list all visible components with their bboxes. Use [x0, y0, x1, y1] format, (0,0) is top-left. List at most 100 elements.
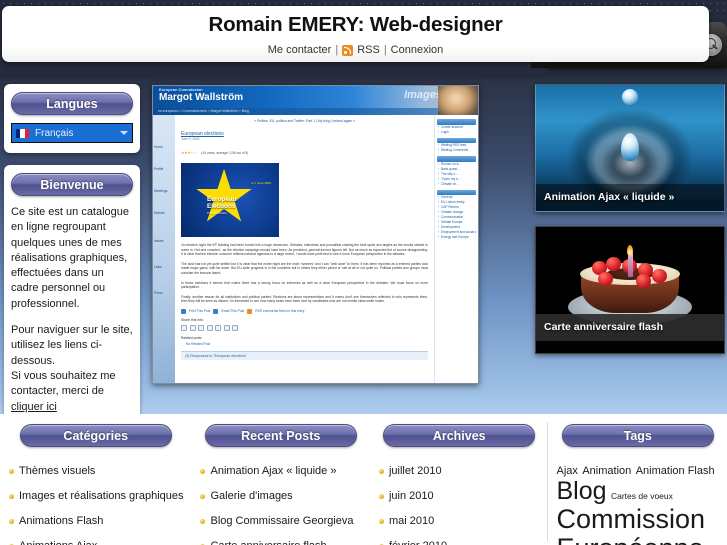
poster-line2: Elections — [207, 203, 236, 210]
nav-contact-link[interactable]: Me contacter — [268, 44, 332, 56]
contact-link[interactable]: cliquer ici — [11, 401, 57, 413]
list-item[interactable]: Animations Ajax — [8, 534, 183, 545]
strawberry-icon — [636, 274, 651, 288]
nav-rss-link[interactable]: RSS — [357, 44, 380, 56]
rnav-item: Climate ch... — [437, 182, 476, 187]
archive-link[interactable]: juin 2010 — [389, 490, 434, 502]
tag-link[interactable]: Animation Flash — [636, 465, 715, 477]
list-item[interactable]: Images et réalisations graphiques — [8, 484, 183, 509]
list-item[interactable]: juin 2010 — [378, 484, 541, 509]
share-icon-2 — [189, 324, 196, 331]
category-link[interactable]: Animations Ajax — [19, 540, 97, 545]
category-link[interactable]: Animations Flash — [19, 515, 103, 527]
footer-archives-list: juillet 2010 juin 2010 mai 2010 février … — [378, 459, 541, 545]
rnav-item: Weblog Comments — [437, 148, 476, 153]
language-select[interactable]: Français — [11, 123, 133, 143]
list-item[interactable]: Animation Ajax « liquide » — [199, 459, 362, 484]
recent-post-link[interactable]: Carte anniversaire flash — [210, 540, 326, 545]
screenshot-share-label: Share this info: — [181, 317, 204, 322]
share-icon-3 — [198, 324, 204, 331]
portrait-photo — [438, 86, 478, 118]
sidebar-left: Langues Français Bienvenue Ce site est u… — [4, 84, 140, 437]
print-icon — [181, 308, 186, 314]
footer: Catégories Thèmes visuels Images et réal… — [0, 414, 727, 545]
recent-post-link[interactable]: Animation Ajax « liquide » — [210, 465, 336, 477]
recent-post-link[interactable]: Galerie d'images — [210, 490, 292, 502]
footer-col-recent-posts: Recent Posts Animation Ajax « liquide » … — [191, 414, 370, 545]
rnav-item: Energy and Europe — [437, 235, 476, 240]
widget-languages-title: Langues — [11, 92, 133, 115]
strawberry-icon — [598, 272, 613, 286]
share-icon-5 — [215, 324, 221, 331]
screenshot-rnav-block: Weblog RSS feed Weblog Comments — [437, 137, 476, 153]
flame-icon — [627, 245, 633, 256]
list-item[interactable]: Blog Commissaire Georgieva — [199, 509, 362, 534]
poster-label: European Elections it's your choice — [207, 196, 236, 217]
screenshot-rating-row: ★★★☆☆ (44 votes, average: 3.56 out of 5) — [181, 141, 428, 159]
widget-welcome: Bienvenue Ce site est un catalogue en li… — [4, 165, 140, 425]
screenshot-rnav-block: Rumen on A... Bank-quest... The silly c.… — [437, 156, 476, 187]
page-root: Romain EMERY: Web-designer Me contacter … — [0, 0, 727, 545]
archive-link[interactable]: mai 2010 — [389, 515, 434, 527]
thumbnail-caption: Carte anniversaire flash — [536, 314, 724, 341]
strawberry-icon — [652, 269, 667, 283]
tag-link[interactable]: Commission Européenne — [556, 504, 705, 545]
list-item[interactable]: Thèmes visuels — [8, 459, 183, 484]
list-item[interactable]: Carte anniversaire flash — [199, 534, 362, 545]
nav-login-link[interactable]: Connexion — [391, 44, 444, 56]
screenshot-paragraph-2: The dust has not yet quite settled but i… — [181, 261, 428, 275]
tag-link[interactable]: Animation — [582, 465, 631, 477]
list-item[interactable]: février 2010 — [378, 534, 541, 545]
rss-icon[interactable] — [342, 44, 354, 56]
featured-screenshot[interactable]: European Commission Margot Wallström Ima… — [152, 85, 479, 384]
screenshot-rnav-block: Create account Login — [437, 119, 476, 135]
screenshot-paragraph-4: Finally, another lesson for all institut… — [181, 294, 428, 304]
screenshot-lnav-item: Press — [154, 291, 163, 295]
sidebar-right: Animation Ajax « liquide » Carte anniver… — [535, 84, 725, 368]
category-link[interactable]: Images et réalisations graphiques — [19, 490, 183, 502]
footer-col-archives: Archives juillet 2010 juin 2010 mai 2010… — [370, 414, 549, 545]
screenshot-lnav-item: Links — [154, 265, 162, 269]
tag-link[interactable]: Cartes de voeux — [611, 491, 673, 501]
footer-categories-title: Catégories — [19, 424, 172, 447]
share-icon-6 — [223, 324, 230, 331]
screenshot-left-nav: Home Profile Meetings Debate Issues Link… — [153, 115, 175, 383]
share-print-label: Print This Post — [189, 309, 211, 314]
footer-recent-posts-title: Recent Posts — [204, 424, 357, 447]
poster-tagline: it's your choice — [207, 211, 227, 215]
screenshot-lnav-item: Profile — [154, 167, 164, 171]
widget-welcome-title: Bienvenue — [11, 173, 133, 196]
thumbnail-animation-ajax-liquide[interactable]: Animation Ajax « liquide » — [535, 84, 725, 212]
thumbnail-caption: Animation Ajax « liquide » — [536, 184, 724, 211]
archive-link[interactable]: juillet 2010 — [389, 465, 442, 477]
recent-post-link[interactable]: Blog Commissaire Georgieva — [210, 515, 353, 527]
screenshot-person: Margot Wallström — [159, 92, 244, 103]
list-item[interactable]: Galerie d'images — [199, 484, 362, 509]
share-rss-label: RSS comments feed on this entry — [255, 309, 305, 314]
thumbnail-carte-anniversaire-flash[interactable]: Carte anniversaire flash — [535, 226, 725, 354]
footer-archives-title: Archives — [383, 424, 536, 447]
list-item[interactable]: juillet 2010 — [378, 459, 541, 484]
screenshot-poster-image: ★ 4–7 June 2009 European Elections it's … — [181, 163, 279, 237]
tag-link[interactable]: Ajax — [556, 465, 577, 477]
category-link[interactable]: Thèmes visuels — [19, 465, 95, 477]
welcome-paragraph-1: Ce site est un catalogue en ligne regrou… — [11, 206, 130, 310]
site-header: Romain EMERY: Web-designer Me contacter … — [0, 6, 727, 68]
footer-recent-posts-list: Animation Ajax « liquide » Galerie d'ima… — [199, 459, 362, 545]
screenshot-watermark: Images — [404, 89, 442, 101]
strawberry-icon — [606, 257, 621, 271]
screenshot-article: « Politics, EU, politics and Twitter: Pa… — [175, 115, 434, 383]
archive-link[interactable]: février 2010 — [389, 540, 447, 545]
screenshot-lnav-item: Issues — [154, 239, 164, 243]
screenshot-share-row: Print This Post Email This Post RSS comm… — [181, 308, 428, 314]
water-drop-icon — [622, 89, 638, 105]
social-share-icons — [181, 324, 428, 331]
tag-link[interactable]: Blog — [556, 477, 606, 505]
list-item[interactable]: mai 2010 — [378, 509, 541, 534]
screenshot-paragraph-1: On election night the EP building had be… — [181, 243, 428, 257]
nav-separator-2: | — [383, 44, 387, 56]
french-flag-icon — [16, 128, 29, 138]
tag-cloud: Ajax Animation Animation Flash Blog Cart… — [556, 461, 719, 545]
share-icon-7 — [232, 324, 238, 331]
list-item[interactable]: Animations Flash — [8, 509, 183, 534]
